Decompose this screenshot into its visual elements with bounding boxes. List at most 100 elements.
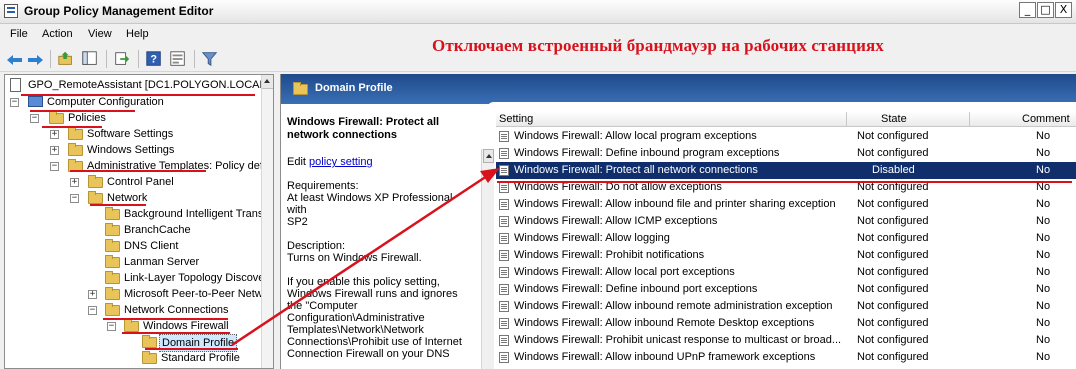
properties-button[interactable]	[168, 49, 188, 69]
folder-icon	[88, 175, 103, 188]
edit-policy-line: Edit policy setting	[287, 156, 473, 168]
minimize-button[interactable]: _	[1019, 2, 1036, 18]
menu-file[interactable]: File	[10, 28, 28, 40]
setting-state: Not configured	[857, 351, 929, 363]
annotation-text: Отключаем встроенный брандмауэр на рабоч…	[432, 36, 884, 55]
back-button[interactable]	[4, 49, 24, 69]
table-row[interactable]: Windows Firewall: Allow logging Not confi…	[496, 230, 1076, 247]
tree-label: Network Connections	[124, 304, 229, 316]
forward-button[interactable]	[24, 49, 44, 69]
tree-label: Control Panel	[107, 176, 174, 188]
tree-item-network-connections[interactable]: − Network Connections	[8, 302, 270, 318]
tree-item-link-layer-topology[interactable]: Link-Layer Topology Discove	[8, 270, 270, 286]
folder-icon	[49, 111, 64, 124]
policy-setting-icon	[499, 131, 509, 142]
edit-policy-link[interactable]: policy setting	[309, 156, 373, 168]
tree-item-lanman-server[interactable]: Lanman Server	[8, 254, 270, 270]
scroll-up-arrow-icon[interactable]	[262, 75, 273, 89]
table-row[interactable]: Windows Firewall: Define inbound port ex…	[496, 281, 1076, 298]
setting-comment: No	[1036, 198, 1051, 210]
tree-item-microsoft-peer-to-peer[interactable]: + Microsoft Peer-to-Peer Netw	[8, 286, 270, 302]
column-header-state[interactable]: State	[881, 113, 907, 125]
tree-label: Background Intelligent Trans	[124, 208, 264, 220]
table-row[interactable]: Windows Firewall: Allow inbound file and…	[496, 196, 1076, 213]
table-row[interactable]: Windows Firewall: Allow local port excep…	[496, 264, 1076, 281]
close-button[interactable]: X	[1055, 2, 1072, 18]
collapse-icon[interactable]: −	[107, 322, 116, 331]
filter-button[interactable]	[200, 49, 220, 69]
table-row[interactable]: Windows Firewall: Allow ICMP exceptions N…	[496, 213, 1076, 230]
tree-item-software-settings[interactable]: + Software Settings	[8, 126, 270, 142]
export-icon	[115, 52, 130, 65]
details-pane: Domain Profile Windows Firewall: Protect…	[280, 74, 1076, 369]
collapse-icon[interactable]: −	[70, 194, 79, 203]
requirements-label: Requirements:	[287, 180, 359, 192]
column-header-setting[interactable]: Setting	[499, 113, 533, 125]
tree-item-dns-client[interactable]: DNS Client	[8, 238, 270, 254]
setting-name: Windows Firewall: Prohibit notifications	[514, 249, 705, 261]
setting-name: Windows Firewall: Define inbound port ex…	[514, 283, 758, 295]
tree-item-policies[interactable]: − Policies	[8, 110, 270, 126]
svg-text:?: ?	[150, 54, 157, 66]
setting-comment: No	[1036, 317, 1051, 329]
tree-item-background-intelligent-transfer[interactable]: Background Intelligent Trans	[8, 206, 270, 222]
folder-icon	[105, 255, 120, 268]
tree-item-windows-settings[interactable]: + Windows Settings	[8, 142, 270, 158]
menu-view[interactable]: View	[88, 28, 112, 40]
expand-icon[interactable]: +	[88, 290, 97, 299]
collapse-icon[interactable]: −	[10, 98, 19, 107]
setting-name: Windows Firewall: Allow local program ex…	[514, 130, 757, 142]
console-tree: GPO_RemoteAssistant [DC1.POLYGON.LOCAL] …	[4, 74, 274, 369]
window-title: Group Policy Management Editor	[24, 4, 214, 18]
help-button[interactable]: ?	[144, 49, 164, 69]
maximize-button[interactable]: □	[1037, 2, 1054, 18]
expand-icon[interactable]: +	[70, 178, 79, 187]
tree-scrollbar[interactable]	[261, 75, 273, 368]
help-icon: ?	[146, 51, 161, 66]
description-body: the "Computer	[287, 300, 358, 312]
description-scrollbar[interactable]	[481, 149, 494, 369]
export-list-button[interactable]	[112, 49, 132, 69]
setting-state: Not configured	[857, 147, 929, 159]
table-row[interactable]: Windows Firewall: Protect all network co…	[496, 162, 1076, 179]
policy-setting-icon	[499, 182, 509, 193]
setting-comment: No	[1036, 300, 1051, 312]
setting-name: Windows Firewall: Allow inbound Remote D…	[514, 317, 815, 329]
column-divider[interactable]	[846, 112, 847, 127]
table-row[interactable]: Windows Firewall: Prohibit unicast respo…	[496, 332, 1076, 349]
description-body: Configuration\Administrative	[287, 312, 425, 324]
collapse-icon[interactable]: −	[88, 306, 97, 315]
collapse-icon[interactable]: −	[50, 162, 59, 171]
menu-action[interactable]: Action	[42, 28, 73, 40]
column-header-comment[interactable]: Comment	[1022, 113, 1070, 125]
up-level-button[interactable]	[56, 49, 76, 69]
setting-name: Windows Firewall: Allow logging	[514, 232, 670, 244]
table-row[interactable]: Windows Firewall: Allow inbound UPnP fra…	[496, 349, 1076, 366]
scroll-up-arrow-icon[interactable]	[483, 149, 494, 163]
menu-help[interactable]: Help	[126, 28, 149, 40]
table-row[interactable]: Windows Firewall: Prohibit notifications…	[496, 247, 1076, 264]
expand-icon[interactable]: +	[50, 146, 59, 155]
folder-icon	[105, 303, 120, 316]
tree-item-gpo-root[interactable]: GPO_RemoteAssistant [DC1.POLYGON.LOCAL] …	[8, 77, 273, 93]
table-row[interactable]: Windows Firewall: Allow inbound remote a…	[496, 298, 1076, 315]
folder-icon	[105, 287, 120, 300]
tree-label: Microsoft Peer-to-Peer Netw	[124, 288, 263, 300]
annotation-underline	[145, 348, 238, 350]
table-row[interactable]: Windows Firewall: Allow inbound Remote D…	[496, 315, 1076, 332]
show-hide-tree-button[interactable]	[80, 49, 100, 69]
policy-setting-icon	[499, 165, 509, 176]
tree-label: Policies	[68, 112, 106, 124]
tree-item-branchcache[interactable]: BranchCache	[8, 222, 270, 238]
title-bar: Group Policy Management Editor _ □ X	[0, 0, 1076, 24]
tree-item-computer-configuration[interactable]: − Computer Configuration	[8, 94, 270, 110]
setting-state: Not configured	[857, 334, 929, 346]
tree-item-standard-profile[interactable]: Standard Profile	[8, 350, 270, 366]
annotation-underline	[42, 126, 102, 128]
table-row[interactable]: Windows Firewall: Allow local program ex…	[496, 128, 1076, 145]
collapse-icon[interactable]: −	[30, 114, 39, 123]
table-row[interactable]: Windows Firewall: Define inbound program…	[496, 145, 1076, 162]
expand-icon[interactable]: +	[50, 130, 59, 139]
tree-item-control-panel[interactable]: + Control Panel	[8, 174, 270, 190]
column-divider[interactable]	[969, 112, 970, 127]
